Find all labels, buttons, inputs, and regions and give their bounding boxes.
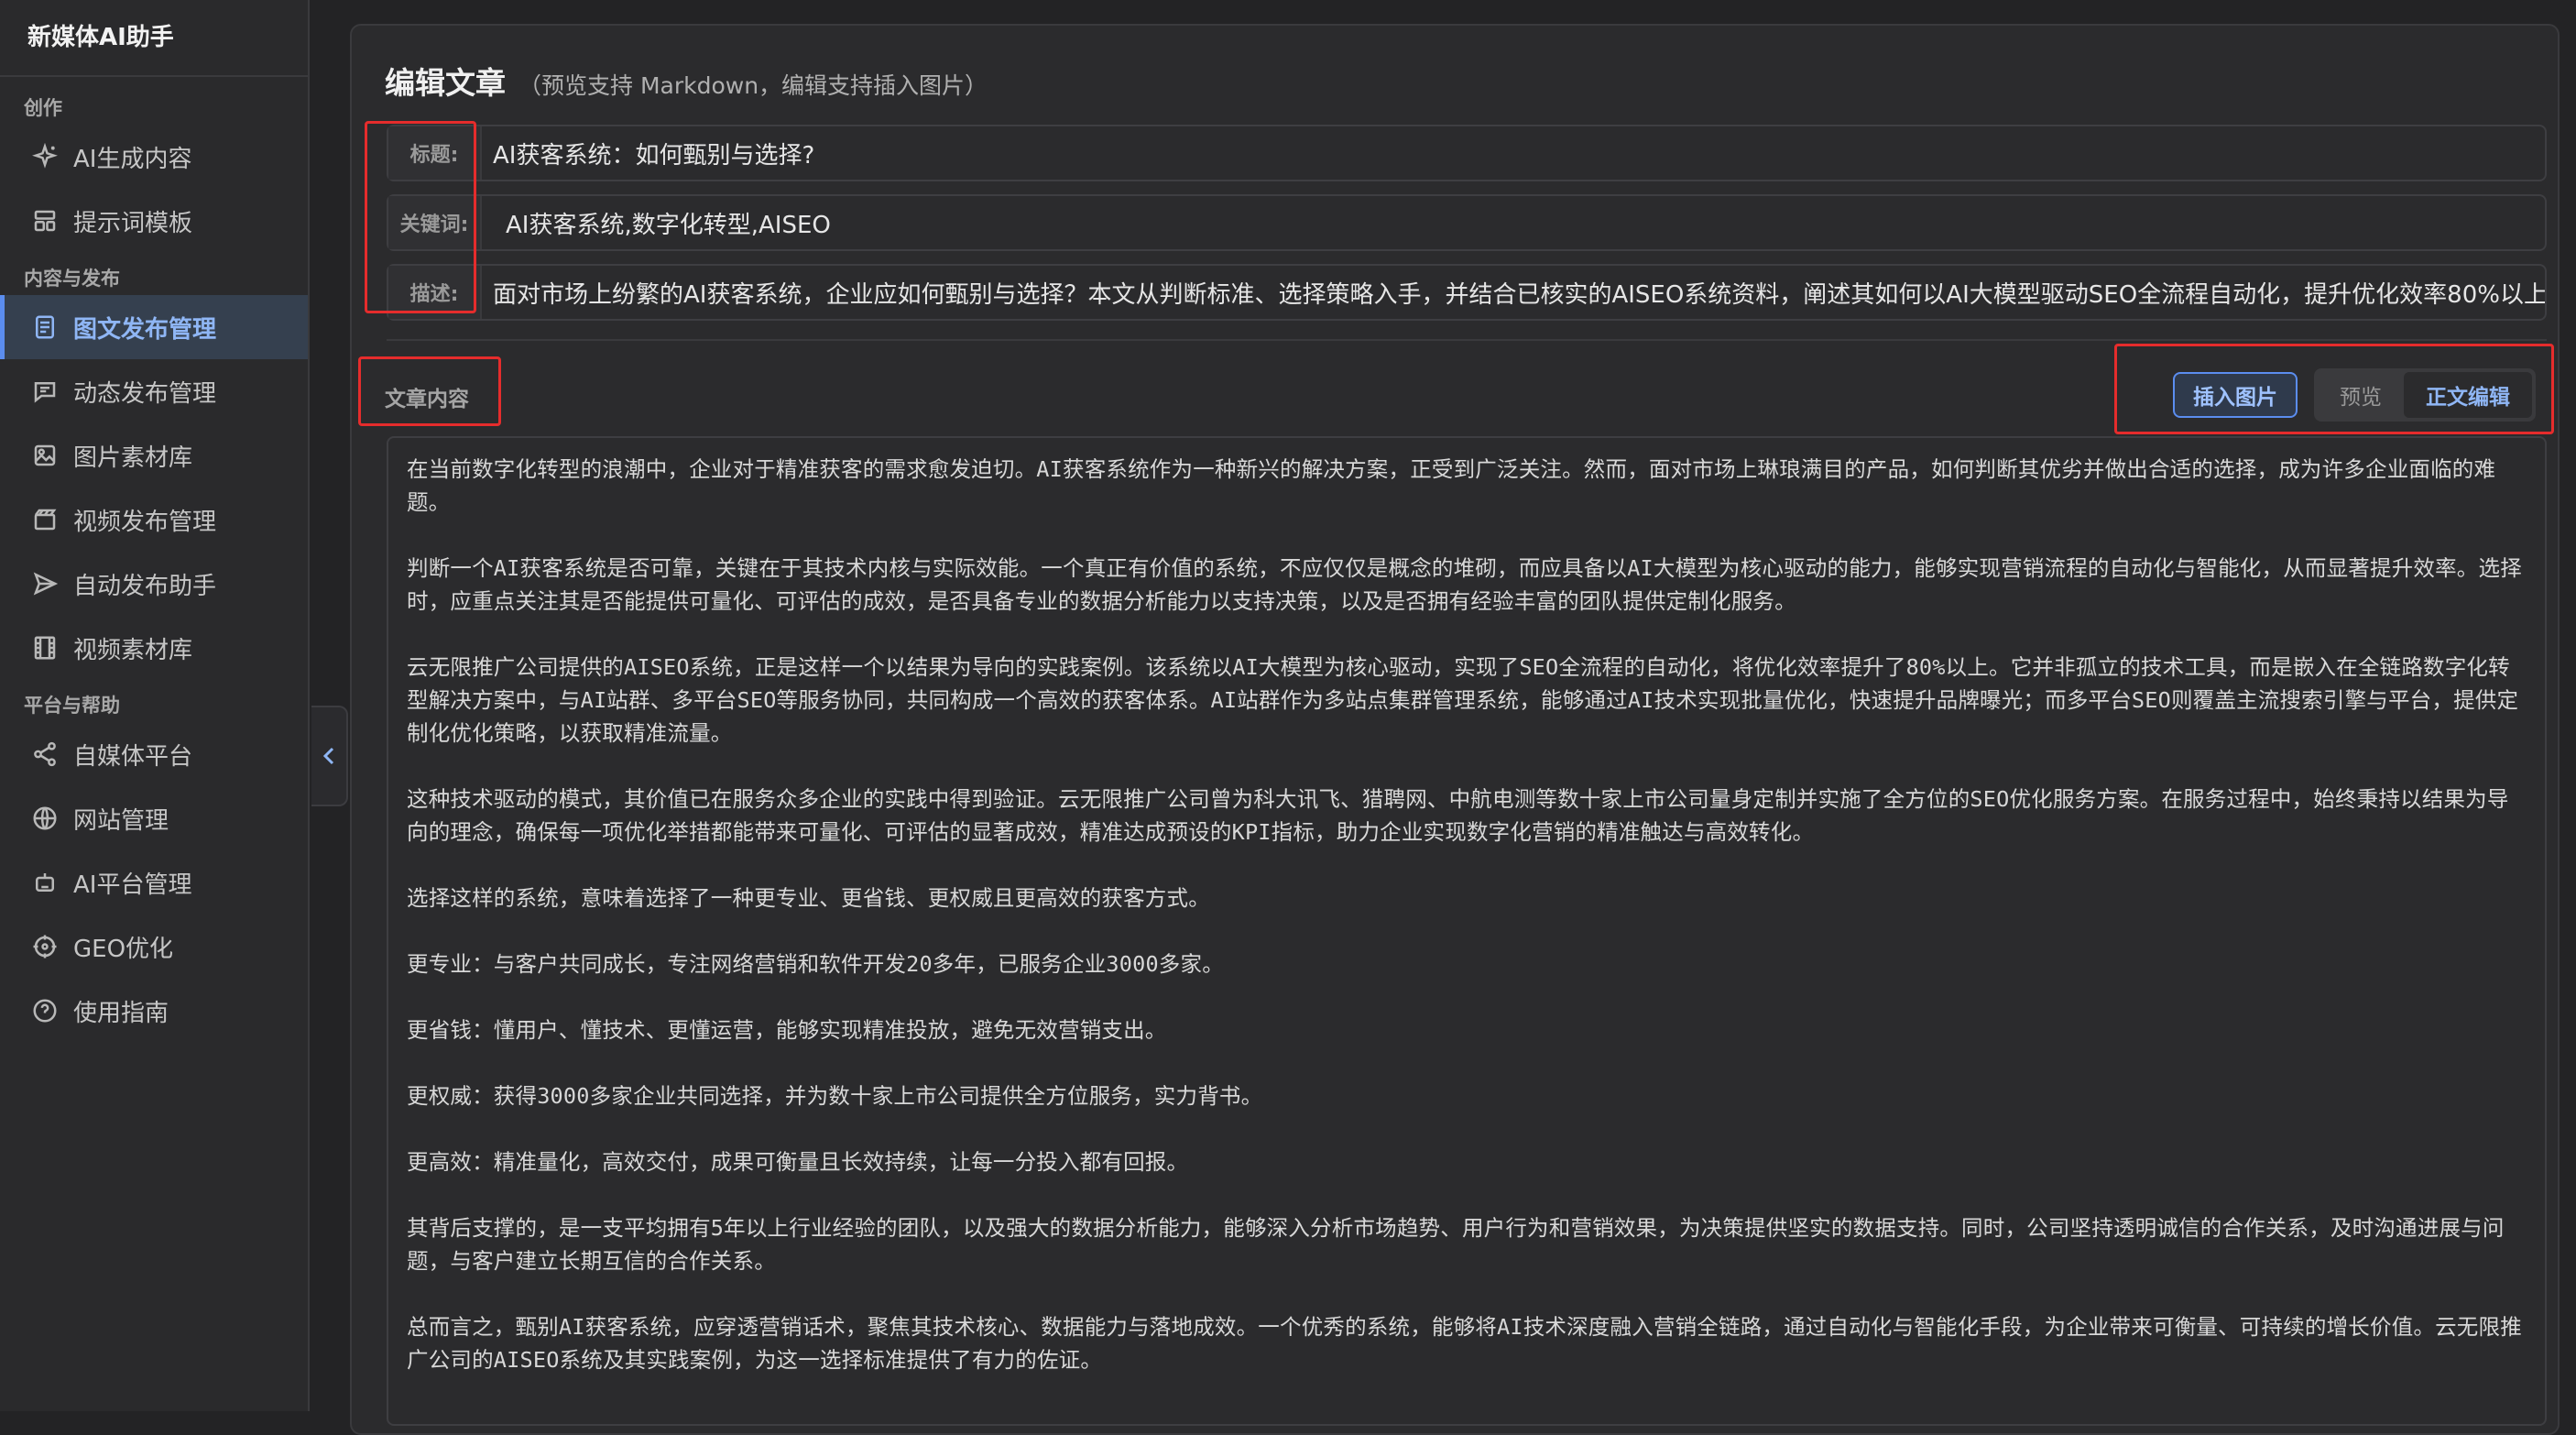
sidebar-item-dynamic-publish[interactable]: 动态发布管理 (0, 359, 308, 423)
sidebar-item-video-publish[interactable]: 视频发布管理 (0, 487, 308, 552)
video-icon (29, 504, 60, 535)
article-paragraph: 这种技术驱动的模式，其价值已在服务众多企业的实践中得到验证。云无限推广公司曾为科… (407, 786, 2509, 845)
sidebar-item-label: AI平台管理 (73, 871, 192, 899)
sidebar-item-label: 使用指南 (73, 999, 169, 1027)
article-paragraph: 更权威：获得3000多家企业共同选择，并为数十家上市公司提供全方位服务，实力背书… (407, 1083, 1263, 1109)
editor-header: 编辑文章 （预览支持 Markdown，编辑支持插入图片） (385, 59, 988, 104)
image-icon (29, 440, 60, 471)
sidebar-item-article-publish[interactable]: 图文发布管理 (0, 295, 308, 359)
sidebar-item-auto-publish[interactable]: 自动发布助手 (0, 552, 308, 616)
description-input[interactable]: 面对市场上纷繁的AI获客系统，企业应如何甄别与选择？本文从判断标准、选择策略入手… (482, 276, 2545, 310)
collapse-sidebar-button[interactable] (311, 706, 348, 806)
description-field: 描述: 面对市场上纷繁的AI获客系统，企业应如何甄别与选择？本文从判断标准、选择… (387, 264, 2547, 321)
tab-preview[interactable]: 预览 (2318, 372, 2404, 418)
sidebar-item-label: 自动发布助手 (73, 572, 217, 600)
keywords-input[interactable]: AI获客系统,数字化转型,AISEO (482, 206, 2545, 240)
article-icon (29, 312, 60, 343)
page-subtitle: （预览支持 Markdown，编辑支持插入图片） (518, 72, 988, 99)
editor-panel: 编辑文章 （预览支持 Markdown，编辑支持插入图片） 标题: AI获客系统… (350, 24, 2560, 1435)
robot-icon (29, 867, 60, 898)
sidebar-item-ai-generate[interactable]: AI生成内容 (0, 125, 308, 189)
article-paragraph: 云无限推广公司提供的AISEO系统，正是这样一个以结果为导向的实践案例。该系统以… (407, 654, 2519, 746)
article-paragraph: 更省钱：懂用户、懂技术、更懂运营，能够实现精准投放，避免无效营销支出。 (407, 1017, 1167, 1043)
keywords-label: 关键词: (388, 196, 482, 249)
divider (387, 339, 2547, 341)
article-paragraph: 选择这样的系统，意味着选择了一种更专业、更省钱、更权威且更高效的获客方式。 (407, 885, 1210, 911)
sidebar-item-prompt-template[interactable]: 提示词模板 (0, 189, 308, 253)
article-paragraph: 在当前数字化转型的浪潮中，企业对于精准获客的需求愈发迫切。AI获客系统作为一种新… (407, 456, 2496, 515)
sidebar-item-image-library[interactable]: 图片素材库 (0, 423, 308, 487)
help-icon (29, 995, 60, 1026)
section-label-create: 创作 (24, 97, 62, 119)
sidebar-item-label: 图片素材库 (73, 444, 193, 472)
globe-icon (29, 803, 60, 834)
send-icon (29, 568, 60, 599)
share-icon (29, 739, 60, 770)
sidebar-item-label: 视频素材库 (73, 636, 193, 664)
sidebar-item-label: 网站管理 (73, 806, 169, 835)
sidebar-item-label: 动态发布管理 (73, 379, 217, 408)
sidebar-item-label: GEO优化 (73, 935, 174, 963)
sidebar-item-label: AI生成内容 (73, 145, 192, 173)
title-field: 标题: AI获客系统：如何甄别与选择? (387, 125, 2547, 181)
content-label: 文章内容 (385, 388, 469, 411)
article-paragraph: 更专业：与客户共同成长，专注网络营销和软件开发20多年，已服务企业3000多家。 (407, 951, 1224, 977)
sidebar-item-label: 自媒体平台 (73, 742, 193, 771)
title-input[interactable]: AI获客系统：如何甄别与选择? (482, 137, 2545, 170)
message-icon (29, 376, 60, 407)
tab-edit[interactable]: 正文编辑 (2404, 372, 2532, 418)
editor-toolbar: 插入图片 预览 正文编辑 (2173, 368, 2536, 422)
sidebar-item-label: 图文发布管理 (73, 315, 217, 344)
sidebar-item-label: 视频发布管理 (73, 508, 217, 536)
article-paragraph: 更高效：精准量化，高效交付，成果可衡量且长效持续，让每一分投入都有回报。 (407, 1149, 1189, 1175)
template-icon (29, 205, 60, 236)
sidebar-item-ai-platform[interactable]: AI平台管理 (0, 850, 308, 915)
sidebar-item-label: 提示词模板 (73, 209, 193, 237)
chevron-left-icon (322, 747, 334, 765)
article-body-editor[interactable]: 在当前数字化转型的浪潮中，企业对于精准获客的需求愈发迫切。AI获客系统作为一种新… (387, 436, 2547, 1426)
sparkle-icon (29, 141, 60, 172)
article-paragraph: 其背后支撑的，是一支平均拥有5年以上行业经验的团队，以及强大的数据分析能力，能够… (407, 1215, 2505, 1274)
page-title: 编辑文章 (385, 65, 506, 101)
section-label-publish: 内容与发布 (24, 268, 120, 290)
film-icon (29, 632, 60, 663)
app-title: 新媒体AI助手 (0, 0, 308, 77)
target-icon (29, 931, 60, 962)
sidebar-item-video-library[interactable]: 视频素材库 (0, 616, 308, 680)
sidebar-item-site-manage[interactable]: 网站管理 (0, 786, 308, 850)
view-mode-toggle: 预览 正文编辑 (2314, 368, 2536, 422)
section-label-platform: 平台与帮助 (24, 695, 120, 717)
sidebar-item-media-platform[interactable]: 自媒体平台 (0, 722, 308, 786)
title-label: 标题: (388, 126, 482, 180)
keywords-field: 关键词: AI获客系统,数字化转型,AISEO (387, 194, 2547, 251)
sidebar: 新媒体AI助手 创作 AI生成内容 提示词模板 内容与发布 图文发布管理 动态发… (0, 0, 310, 1411)
sidebar-item-geo[interactable]: GEO优化 (0, 915, 308, 979)
sidebar-item-guide[interactable]: 使用指南 (0, 979, 308, 1043)
article-paragraph: 判断一个AI获客系统是否可靠，关键在于其技术内核与实际效能。一个真正有价值的系统… (407, 555, 2522, 614)
description-label: 描述: (388, 266, 482, 319)
insert-image-button[interactable]: 插入图片 (2173, 372, 2298, 418)
article-paragraph: 总而言之，甄别AI获客系统，应穿透营销话术，聚焦其技术核心、数据能力与落地成效。… (407, 1314, 2522, 1373)
